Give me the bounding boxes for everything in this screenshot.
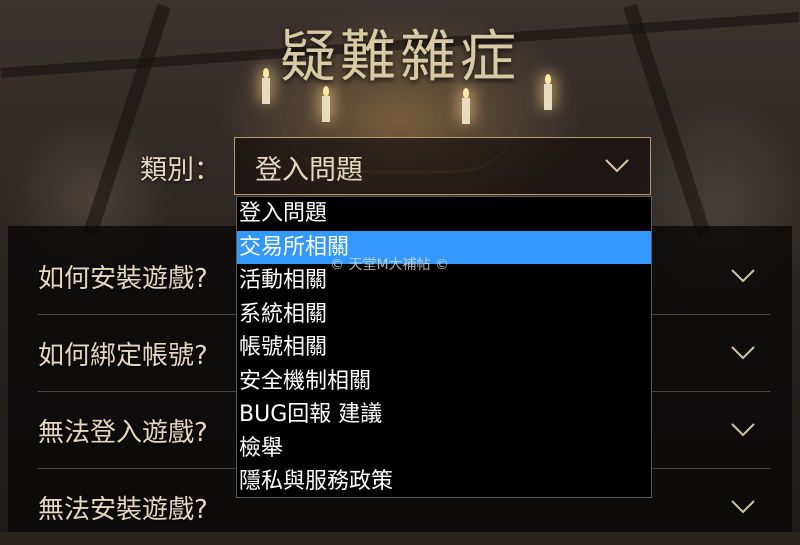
faq-question: 無法安裝遊戲? (38, 495, 208, 525)
chevron-down-icon (605, 159, 629, 173)
candle-image (322, 86, 330, 122)
dropdown-option-login[interactable]: 登入問題 (237, 197, 651, 231)
chevron-down-icon (731, 500, 755, 514)
candle-image (462, 88, 470, 124)
dropdown-option-privacy[interactable]: 隱私與服務政策 (237, 465, 651, 499)
dropdown-option-security[interactable]: 安全機制相關 (237, 365, 651, 399)
chevron-down-icon (731, 423, 755, 437)
category-select[interactable]: 登入問題 (234, 137, 651, 195)
category-label: 類別： (140, 155, 221, 186)
faq-question: 如何安裝遊戲? (38, 264, 208, 294)
faq-question: 如何綁定帳號? (38, 341, 208, 371)
page-title: 疑難雜症 (280, 25, 520, 90)
dropdown-option-bug-report[interactable]: BUG回報 建議 (237, 398, 651, 432)
dropdown-option-account[interactable]: 帳號相關 (237, 331, 651, 365)
dropdown-option-system[interactable]: 系統相關 (237, 298, 651, 332)
faq-question: 無法登入遊戲? (38, 418, 208, 448)
chevron-down-icon (731, 346, 755, 360)
dropdown-option-report[interactable]: 檢舉 (237, 432, 651, 466)
chevron-down-icon (731, 269, 755, 283)
category-selected-value: 登入問題 (255, 155, 363, 186)
category-dropdown-list: 登入問題 交易所相關 活動相關 系統相關 帳號相關 安全機制相關 BUG回報 建… (236, 196, 652, 498)
watermark-text: © 天堂M大補帖 © (330, 257, 449, 273)
